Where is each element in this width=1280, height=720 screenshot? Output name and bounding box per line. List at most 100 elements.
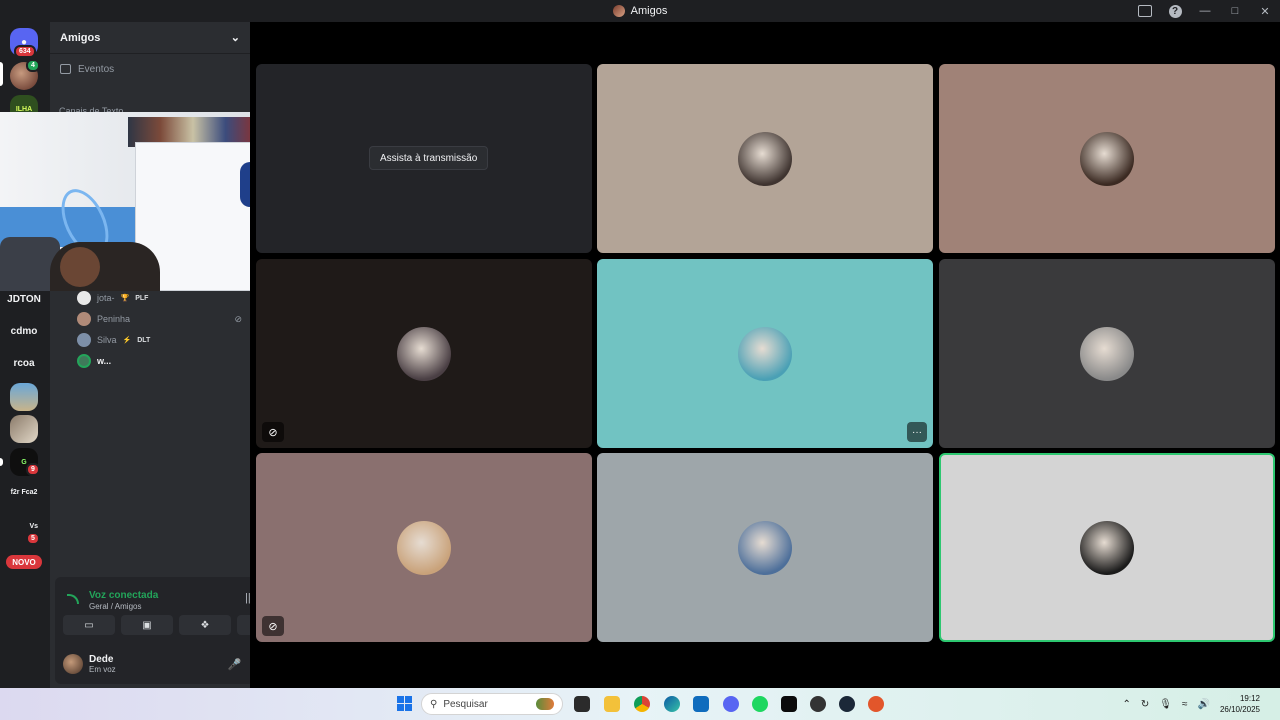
voice-user[interactable]: jota- 🏆 PLF: [77, 289, 242, 307]
participant-tile[interactable]: ···: [597, 259, 933, 448]
system-tray: ⌃ ↻ 🎙 ≈ 🔊 19:12 26/10/2025: [1123, 688, 1260, 720]
taskbar: ⚲ Pesquisar ⌃ ↻ 🎙 ≈ 🔊 19:12 26/10/2025: [0, 688, 1280, 720]
activities-button[interactable]: ❖: [179, 615, 231, 635]
clock-time: 19:12: [1239, 694, 1260, 703]
participant-tile[interactable]: ⊘: [256, 259, 592, 448]
outlook-icon[interactable]: [693, 696, 709, 712]
search-placeholder: Pesquisar: [443, 698, 488, 710]
chrome-icon[interactable]: [634, 696, 650, 712]
wifi-icon[interactable]: ≈: [1182, 699, 1188, 710]
participant-tile[interactable]: Assista à transmissão: [256, 64, 592, 253]
minimize-button[interactable]: —: [1190, 0, 1220, 22]
title-bar: Amigos ? — □ ✕: [0, 0, 1280, 22]
spotify-icon[interactable]: [752, 696, 768, 712]
server-vs-label: Vs: [29, 522, 38, 530]
camera-person: [60, 247, 100, 287]
user-tag: DLT: [137, 336, 151, 344]
terminal-icon[interactable]: [781, 696, 797, 712]
events-item[interactable]: Eventos: [50, 54, 250, 84]
voice-user-name: jota-: [97, 293, 115, 303]
search-icon: ⚲: [430, 698, 438, 710]
server-header[interactable]: Amigos ⌄: [50, 22, 250, 54]
windows-start-icon[interactable]: [397, 696, 412, 711]
watch-stream-button[interactable]: Assista à transmissão: [369, 146, 489, 170]
new-badge[interactable]: NOVO: [6, 555, 42, 569]
chevron-up-icon[interactable]: ⌃: [1123, 699, 1131, 710]
camera-toggle-button[interactable]: ▭: [63, 615, 115, 635]
voice-user-name: w...: [97, 356, 112, 366]
edge-icon[interactable]: [664, 696, 680, 712]
avatar: [738, 131, 792, 186]
avatar: [1080, 520, 1134, 575]
voice-user[interactable]: w...: [77, 352, 242, 370]
file-explorer-icon[interactable]: [604, 696, 620, 712]
help-button[interactable]: ?: [1160, 0, 1190, 22]
server-green-button[interactable]: G 9: [10, 448, 40, 476]
home-button[interactable]: ● 634: [10, 28, 38, 58]
screen-share-icon: ▣: [142, 619, 152, 631]
participant-tile[interactable]: [939, 259, 1275, 448]
window-title: Amigos: [612, 5, 668, 17]
maximize-button[interactable]: □: [1220, 0, 1250, 22]
avatar: [397, 520, 451, 575]
muted-icon: ⊘: [262, 616, 284, 636]
server-beach-button[interactable]: [10, 383, 38, 411]
camera-off-icon: ⊘: [234, 313, 242, 324]
unread-indicator: [0, 458, 3, 466]
avatar: [1080, 131, 1134, 186]
voice-user[interactable]: Peninha ⊘: [77, 310, 242, 328]
sync-icon[interactable]: ↻: [1141, 699, 1149, 710]
task-view-icon[interactable]: [574, 696, 590, 712]
window-title-text: Amigos: [630, 5, 668, 17]
server-avatar-icon: [612, 5, 625, 17]
avatar: [77, 354, 91, 368]
bolt-icon: ⚡: [122, 337, 132, 344]
participant-tile[interactable]: [939, 64, 1275, 253]
user-name: Dede: [89, 654, 114, 665]
more-options-button[interactable]: ···: [907, 422, 927, 442]
volume-icon[interactable]: 🔊: [1198, 699, 1210, 710]
voice-channel[interactable]: Geral / Amigos: [89, 602, 141, 611]
voice-user-name: Silva: [97, 335, 117, 345]
user-tag: PLF: [135, 294, 149, 302]
screen-share-button[interactable]: ▣: [121, 615, 173, 635]
server-vs-button[interactable]: Vs 5: [10, 512, 40, 545]
clock[interactable]: 19:12 26/10/2025: [1220, 693, 1260, 715]
selected-indicator: [0, 62, 3, 86]
avatar: [738, 520, 792, 575]
server-green-badge: 9: [26, 463, 40, 476]
participant-tile[interactable]: [939, 453, 1275, 642]
search-highlight-icon: [536, 698, 554, 710]
microphone-icon[interactable]: 🎙: [1159, 699, 1172, 710]
server-cdmo-button[interactable]: cdmo: [9, 317, 39, 345]
taskbar-search[interactable]: ⚲ Pesquisar: [421, 693, 563, 715]
app-icon[interactable]: [868, 696, 884, 712]
microphone-icon[interactable]: 🎤: [228, 658, 242, 671]
dm-badge: 4: [26, 59, 40, 72]
camera-off-icon: ▭: [84, 619, 94, 631]
home-badge: 634: [14, 45, 36, 58]
server-name: Amigos: [60, 31, 101, 44]
calendar-icon: [60, 64, 71, 74]
participant-tile[interactable]: [597, 64, 933, 253]
voice-user[interactable]: Silva ⚡ DLT: [77, 331, 242, 349]
voice-user-name: Peninha: [97, 314, 131, 324]
discord-icon[interactable]: [723, 696, 739, 712]
close-button[interactable]: ✕: [1250, 0, 1280, 22]
dm-avatar-button[interactable]: 4: [10, 59, 40, 90]
avatar: [1080, 326, 1134, 381]
inbox-button[interactable]: [1130, 0, 1160, 22]
avatar[interactable]: [63, 654, 83, 674]
participant-tile[interactable]: [597, 453, 933, 642]
server-rcoa-button[interactable]: rcoa: [9, 349, 39, 377]
game-app-icon[interactable]: [810, 696, 826, 712]
clock-date: 26/10/2025: [1219, 705, 1260, 714]
voice-status[interactable]: Voz conectada: [89, 590, 158, 601]
voice-stage: Assista à transmissão ⊘ ··· ⊘: [250, 22, 1280, 688]
connection-icon: [67, 594, 79, 604]
chevron-down-icon: ⌄: [230, 32, 240, 44]
server-fca2-button[interactable]: f2r Fca2: [9, 478, 39, 506]
server-photo-button[interactable]: [10, 415, 38, 443]
participant-tile[interactable]: ⊘: [256, 453, 592, 642]
steam-icon[interactable]: [839, 696, 855, 712]
